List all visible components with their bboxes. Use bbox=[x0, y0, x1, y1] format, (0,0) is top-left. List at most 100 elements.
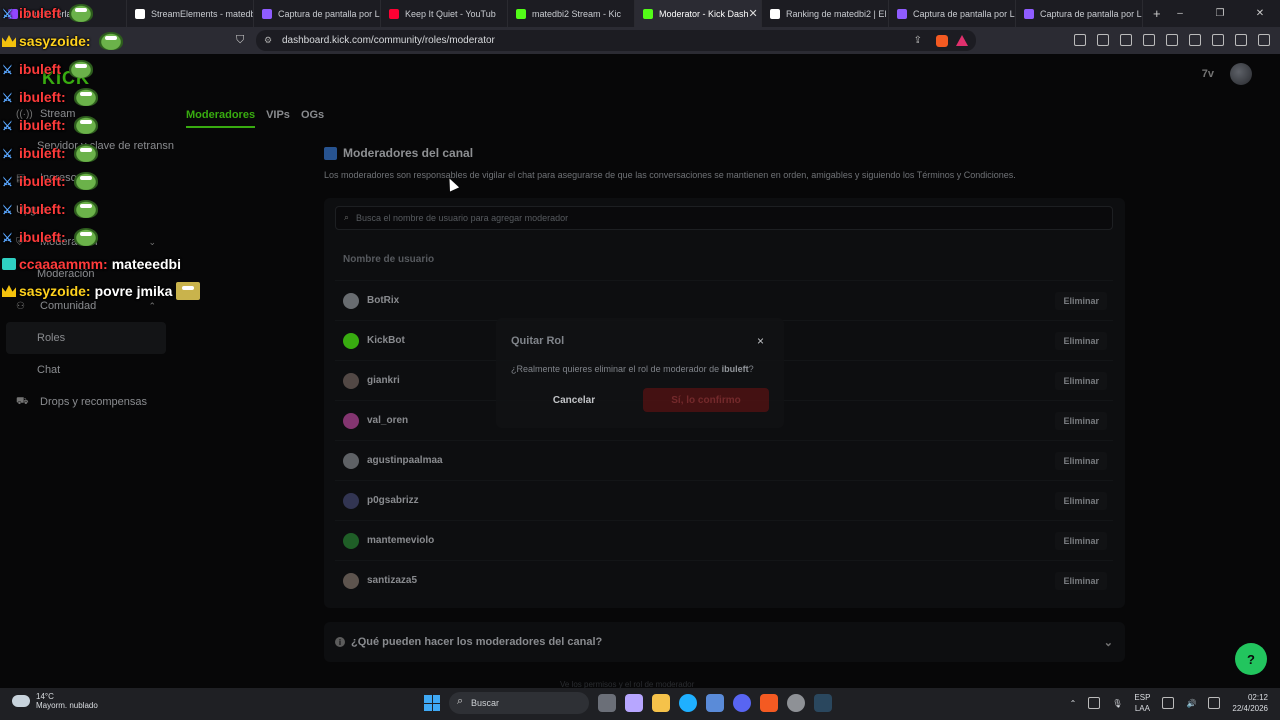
pepe-emote-icon bbox=[73, 172, 98, 190]
close-window-icon[interactable]: ✕ bbox=[1240, 0, 1280, 27]
confirm-button[interactable]: Sí, lo confirmo bbox=[643, 388, 769, 412]
bookmark-icon[interactable]: ⛉ bbox=[236, 34, 244, 47]
battery-icon[interactable] bbox=[1208, 697, 1221, 709]
discord-icon[interactable] bbox=[733, 694, 751, 712]
sword-badge-icon: ⚔ bbox=[2, 63, 13, 77]
chat-message: sasyzoide: bbox=[2, 32, 123, 50]
weather-text: Mayorm. nublado bbox=[36, 701, 98, 710]
taskbar: 14°C Mayorm. nublado Buscar ⌃ 🎙 ESP LAA … bbox=[0, 688, 1280, 720]
chevron-up-icon[interactable]: ⌃ bbox=[1070, 699, 1077, 708]
microphone-icon[interactable]: 🎙 bbox=[1112, 699, 1122, 708]
sponge-emote-icon bbox=[176, 282, 201, 300]
chat-message: ⚔ ibuleft: bbox=[2, 228, 98, 246]
browser-tab[interactable]: Captura de pantalla por Li bbox=[254, 0, 381, 27]
screenshot-icon[interactable] bbox=[1120, 34, 1132, 46]
obs-icon[interactable] bbox=[787, 694, 805, 712]
weather-widget[interactable]: 14°C Mayorm. nublado bbox=[12, 692, 98, 710]
pepe-emote-icon bbox=[69, 4, 93, 22]
temperature: 14°C bbox=[36, 692, 54, 701]
time: 02:12 bbox=[1247, 693, 1268, 702]
close-tab-icon[interactable]: ✕ bbox=[749, 7, 758, 20]
edge-icon[interactable] bbox=[679, 694, 697, 712]
file-explorer-icon[interactable] bbox=[652, 694, 670, 712]
wallet-icon[interactable] bbox=[1189, 34, 1201, 46]
task-view-icon[interactable] bbox=[598, 694, 616, 712]
tab-title: Captura de pantalla por Li bbox=[1040, 8, 1143, 19]
site-info-icon[interactable]: ⚙ bbox=[264, 35, 272, 46]
window-controls: – ❐ ✕ bbox=[1160, 0, 1280, 27]
url-field[interactable]: ⚙ dashboard.kick.com/community/roles/mod… bbox=[256, 30, 976, 51]
gift-badge-icon bbox=[2, 258, 16, 270]
leo-icon[interactable] bbox=[1212, 34, 1224, 46]
brave-shields-icon[interactable] bbox=[936, 34, 948, 47]
sword-badge-icon: ⚔ bbox=[2, 231, 13, 245]
copilot-icon[interactable] bbox=[625, 694, 643, 712]
dialog-message: ¿Realmente quieres eliminar el rol de mo… bbox=[511, 364, 754, 374]
sword-badge-icon: ⚔ bbox=[2, 7, 13, 21]
url-text: dashboard.kick.com/community/roles/moder… bbox=[282, 35, 495, 46]
chat-message: ⚔ ibuleft bbox=[2, 60, 93, 78]
chat-message: ⚔ ibuleft: bbox=[2, 144, 98, 162]
chat-message: ccaaaammm: mateeedbi bbox=[2, 256, 181, 272]
language-code: ESP bbox=[1134, 693, 1151, 702]
music-icon[interactable] bbox=[1143, 34, 1155, 46]
network-tray-icon[interactable] bbox=[1088, 697, 1101, 709]
language-indicator[interactable]: ESP LAA bbox=[1134, 692, 1150, 714]
chat-message: ⚔ ibuleft: bbox=[2, 172, 98, 190]
puzzle-icon[interactable] bbox=[1097, 34, 1109, 46]
extension-icon[interactable] bbox=[1074, 34, 1086, 46]
sword-badge-icon: ⚔ bbox=[2, 91, 13, 105]
tab-favicon-icon bbox=[643, 8, 653, 19]
menu-icon[interactable] bbox=[1258, 34, 1270, 46]
browser-tab[interactable]: matedbi2 Stream - Kic bbox=[508, 0, 635, 27]
tab-favicon-icon bbox=[516, 8, 526, 19]
taskbar-search[interactable]: Buscar bbox=[449, 692, 589, 714]
steam-icon[interactable] bbox=[814, 694, 832, 712]
pepe-emote-icon bbox=[73, 88, 98, 106]
chat-username: ibuleft: bbox=[19, 229, 66, 245]
help-chat-button[interactable]: ? bbox=[1235, 643, 1267, 675]
cloud-icon bbox=[12, 695, 30, 707]
tab-title: matedbi2 Stream - Kic bbox=[532, 8, 622, 19]
browser-tab[interactable]: Moderator - Kick Dash ✕ bbox=[635, 0, 762, 27]
pepe-emote-icon bbox=[73, 116, 98, 134]
windows-start-icon[interactable] bbox=[424, 695, 440, 711]
minimize-icon[interactable]: – bbox=[1160, 0, 1200, 27]
browser-tab[interactable]: StreamElements - matedbi bbox=[127, 0, 254, 27]
browser-tab[interactable]: Ranking de matedbi2 | El bbox=[762, 0, 889, 27]
chat-username: ccaaaammm: bbox=[19, 256, 108, 272]
volume-icon[interactable]: 🔊 bbox=[1186, 699, 1196, 708]
vpn-icon[interactable] bbox=[1235, 34, 1247, 46]
chat-username: ibuleft: bbox=[19, 89, 66, 105]
chat-text: mateeedbi bbox=[111, 256, 181, 272]
sword-badge-icon: ⚔ bbox=[2, 175, 13, 189]
brave-icon[interactable] bbox=[760, 694, 778, 712]
store-icon[interactable] bbox=[706, 694, 724, 712]
chat-username: ibuleft bbox=[19, 5, 61, 21]
brave-rewards-icon[interactable] bbox=[956, 35, 968, 46]
cancel-button[interactable]: Cancelar bbox=[510, 388, 638, 412]
system-tray: ⌃ 🎙 ESP LAA 🔊 02:12 22/4/2026 bbox=[1070, 692, 1268, 714]
chat-message: sasyzoide: povre jmika bbox=[2, 282, 201, 300]
dialog-title: Quitar Rol bbox=[511, 335, 565, 347]
date: 22/4/2026 bbox=[1232, 704, 1268, 713]
chat-username: ibuleft: bbox=[19, 201, 66, 217]
wifi-icon[interactable] bbox=[1162, 697, 1175, 709]
remove-role-dialog: Quitar Rol × ¿Realmente quieres eliminar… bbox=[496, 318, 784, 428]
clock[interactable]: 02:12 22/4/2026 bbox=[1232, 692, 1268, 714]
browser-tab[interactable]: Captura de pantalla por Li bbox=[1016, 0, 1143, 27]
chat-message: ⚔ ibuleft: bbox=[2, 116, 98, 134]
browser-tab[interactable]: Captura de pantalla por Li bbox=[889, 0, 1016, 27]
address-bar: ⛉ ⚙ dashboard.kick.com/community/roles/m… bbox=[0, 27, 1280, 54]
sidebar-icon[interactable] bbox=[1166, 34, 1178, 46]
dialog-target-user: ibuleft bbox=[721, 364, 749, 374]
pepe-emote-icon bbox=[73, 200, 98, 218]
dialog-message-suffix: ? bbox=[748, 364, 754, 374]
tab-title: Captura de pantalla por Li bbox=[913, 8, 1016, 19]
browser-tab[interactable]: Keep It Quiet - YouTub bbox=[381, 0, 508, 27]
maximize-icon[interactable]: ❐ bbox=[1200, 0, 1240, 27]
sword-badge-icon: ⚔ bbox=[2, 203, 13, 217]
share-icon[interactable]: ⇪ bbox=[914, 35, 922, 46]
close-icon[interactable]: × bbox=[757, 334, 764, 348]
pepe-emote-icon bbox=[73, 144, 98, 162]
